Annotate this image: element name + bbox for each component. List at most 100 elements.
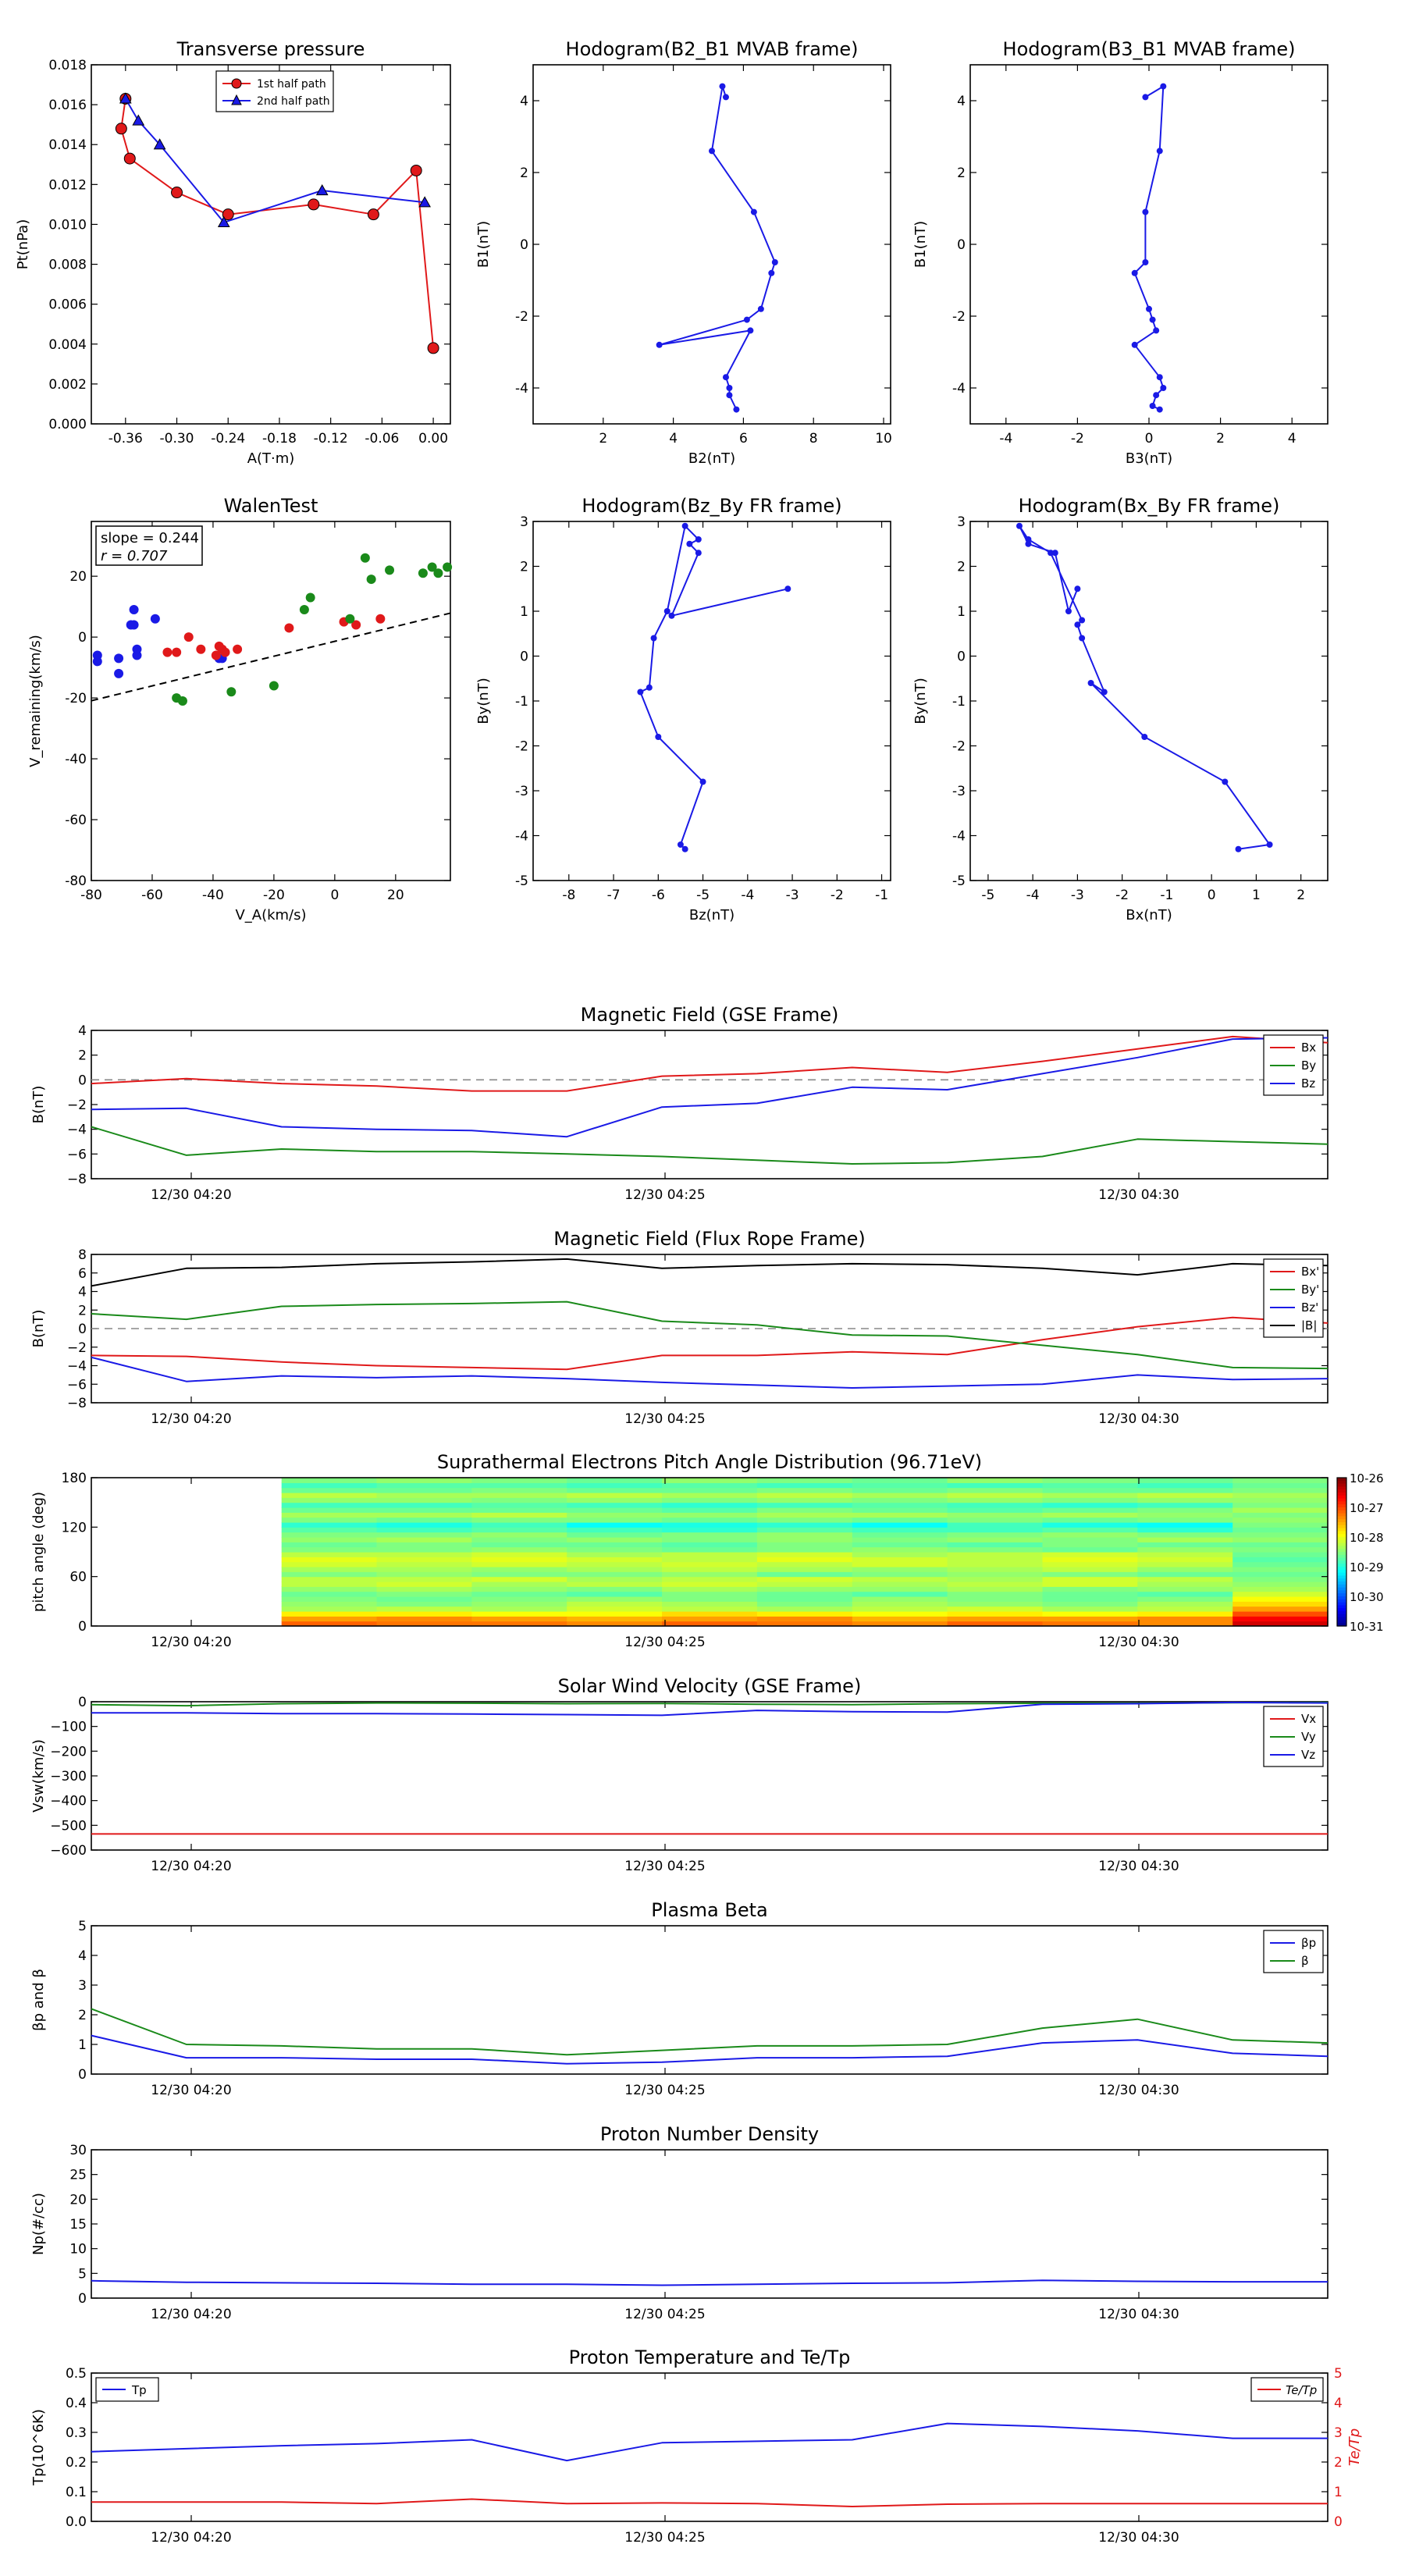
data-point [695,550,702,557]
series-line [91,2422,1328,2462]
y-tick-label: 60 [69,1570,87,1585]
y-tick-label: 15 [69,2217,87,2233]
heatmap-cell [852,1582,948,1587]
heatmap-cell [376,1582,472,1587]
heatmap-cell [281,1487,378,1493]
heatmap-cell [1232,1616,1329,1622]
colorbar-cell [1337,1554,1346,1559]
data-point [115,123,127,135]
data-point [681,522,688,529]
y-tick-label: -4 [952,829,966,845]
y-tick-label: -60 [65,813,87,828]
time-tick-label: 12/30 04:20 [151,2530,231,2546]
heatmap-cell [376,1557,472,1563]
x-tick-label: 8 [809,431,818,447]
y-tick-label: −6 [67,1147,87,1162]
heatmap-cell [567,1542,663,1548]
heatmap-cell [662,1591,758,1597]
data-point [757,305,764,312]
x-axis-label: Bx(nT) [1126,907,1172,923]
heatmap-cell [1232,1478,1329,1483]
y-tick-label: −500 [50,1818,87,1834]
y-tick-label: -20 [65,691,87,706]
heatmap-cell [281,1552,378,1557]
data-point [719,83,726,90]
heatmap-cell [567,1527,663,1533]
heatmap-cell [1232,1537,1329,1542]
scatter-point [233,644,243,654]
data-point [1156,374,1163,381]
scatter-point [366,575,376,585]
heatmap-cell [947,1591,1043,1597]
heatmap-cell [567,1482,663,1489]
series-line [91,2034,1329,2065]
series-line [91,1035,1329,1092]
y-tick-label: 4 [957,94,966,109]
y-tick-label: 20 [69,2192,87,2208]
y-tick-label: -80 [65,873,87,889]
y-tick-label: 0.016 [48,98,87,113]
y-tick-label: 2 [78,2008,87,2023]
heatmap-cell [1042,1532,1138,1538]
heatmap-cell [471,1482,567,1489]
y-tick-label: 0.000 [48,417,87,432]
heatmap-cell [756,1487,853,1493]
x-tick-label: 1 [1252,888,1261,903]
heatmap-cell [567,1557,663,1563]
heatmap-cell [852,1576,948,1582]
data-point [726,385,733,391]
heatmap-cell [376,1611,472,1617]
scatter-point [226,687,237,697]
series-line [91,1126,1329,1165]
time-tick-label: 12/30 04:25 [624,2530,705,2546]
heatmap-cell [662,1517,758,1523]
heatmap-cell [1232,1606,1329,1612]
data-point [709,148,715,155]
x-tick-label: -2 [831,888,844,903]
y-tick-label-right: 5 [1334,2366,1343,2382]
y-tick-label: 0.008 [48,258,87,273]
heatmap-cell [756,1611,853,1617]
heatmap-cell [1042,1482,1138,1489]
time-tick-label: 12/30 04:25 [624,1859,705,1874]
y-tick-label: −8 [67,1396,87,1411]
data-point [668,612,675,619]
hodogram-bx-by-chart: Hodogram(Bx_By FR frame) By(nT) Bx(nT) -5 -4… [912,495,1329,923]
x-tick-label: -5 [696,888,710,903]
colorbar-cell [1337,1605,1346,1609]
y-axis-label: Pt(nPa) [15,219,31,269]
heatmap-cell [376,1522,472,1528]
heatmap-cell [567,1517,663,1523]
data-point [650,635,657,642]
b-gse-chart: Magnetic Field (GSE Frame) B(nT) −8 −6 −4 −2 0… [30,1004,1329,1203]
heatmap-cell [1137,1478,1233,1483]
y-tick-label: -5 [515,873,528,889]
data-point [1153,327,1160,334]
heatmap-cell [281,1497,378,1503]
heatmap-cell [1232,1557,1329,1563]
x-axis-label: V_A(km/s) [235,907,306,923]
heatmap-cell [1137,1517,1233,1523]
legend-label: Vx [1301,1712,1316,1726]
colorbar-cell [1337,1478,1346,1482]
data-point [427,342,439,354]
heatmap-cell [852,1502,948,1508]
heatmap-cell [662,1552,758,1557]
heatmap-cell [756,1586,853,1592]
chart-title: Suprathermal Electrons Pitch Angle Distr… [437,1451,982,1473]
y-tick-label: -1 [952,694,966,710]
heatmap-cell [567,1596,663,1602]
chart-title: Hodogram(B3_B1 MVAB frame) [1003,38,1296,60]
scatter-point [92,656,102,667]
chart-title: Proton Number Density [600,2123,819,2145]
heatmap-cell [567,1601,663,1607]
data-point [1074,585,1081,592]
y-axis-label: By(nT) [912,678,929,724]
heatmap-cell [947,1611,1043,1617]
heatmap-cell [1137,1487,1233,1493]
heatmap-cell [281,1512,378,1518]
heatmap-cell [471,1517,567,1523]
heatmap-cell [947,1532,1043,1538]
colorbar-cell [1337,1552,1346,1556]
plot-frame [91,64,451,425]
